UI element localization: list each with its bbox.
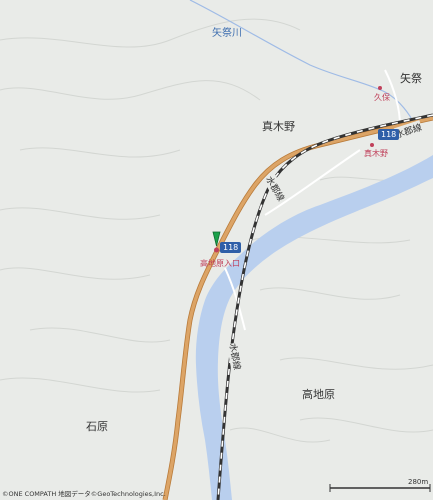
- scale-label: 280m: [408, 478, 429, 486]
- place-takachihara: 高地原: [302, 388, 335, 401]
- map-graphics: [0, 0, 433, 500]
- yamatsuri-river-line: [189, 0, 416, 126]
- place-makino: 真木野: [262, 120, 295, 133]
- map-attribution: ©ONE COMPATH 地図データ©GeoTechnologies,Inc.: [2, 490, 166, 498]
- yamatsuri-river-label: 矢祭川: [212, 28, 242, 39]
- place-ishihara: 石原: [86, 420, 108, 433]
- river-area: [195, 155, 433, 500]
- poi-takachihara-entrance: 高地原入口: [200, 259, 240, 268]
- makino-stop-icon: [370, 143, 374, 147]
- poi-kubo: 久保: [374, 93, 390, 102]
- poi-makino-stop: 真木野: [364, 149, 388, 158]
- route-118-shield-1: 118: [378, 129, 400, 140]
- kubo-stop-icon: [378, 86, 382, 90]
- place-yamatsuri: 矢祭: [400, 72, 422, 85]
- map-canvas[interactable]: 矢祭川 矢祭 真木野 石原 高地原 久保 真木野 高地原入口 水郡線 水郡線 水…: [0, 0, 433, 500]
- route-118-shield-2: 118: [220, 242, 242, 253]
